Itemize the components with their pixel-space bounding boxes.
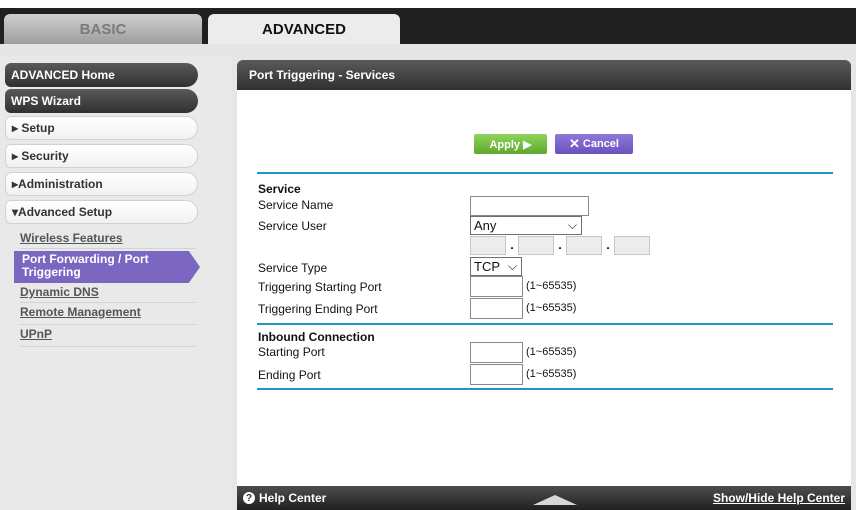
help-center-bar: ? Help Center Show/Hide Help Center xyxy=(237,486,851,510)
tab-advanced[interactable]: ADVANCED xyxy=(208,14,400,44)
panel-body: Apply ▶ ✕ Cancel Service Service Name Se… xyxy=(237,90,851,486)
subitem-remote-management[interactable]: Remote Management xyxy=(20,305,196,325)
triggering-start-range: (1~65535) xyxy=(526,280,577,292)
cancel-button[interactable]: ✕ Cancel xyxy=(555,134,633,154)
sidebar: ADVANCED Home WPS Wizard ▸ Setup ▸ Secur… xyxy=(0,56,232,510)
sidebar-item-advanced-setup[interactable]: ▾Advanced Setup xyxy=(5,200,198,224)
triggering-end-range: (1~65535) xyxy=(526,302,577,314)
divider-top xyxy=(257,172,833,174)
ip-octet-4[interactable] xyxy=(614,236,650,255)
sidebar-item-advanced-home[interactable]: ADVANCED Home xyxy=(5,63,198,87)
ip-dot-separator: . xyxy=(604,238,612,254)
starting-port-label: Starting Port xyxy=(258,345,325,359)
sidebar-item-administration[interactable]: ▸Administration xyxy=(5,172,198,196)
triggering-end-label: Triggering Ending Port xyxy=(258,302,378,316)
triggering-start-label: Triggering Starting Port xyxy=(258,280,382,294)
apply-button[interactable]: Apply ▶ xyxy=(474,134,547,154)
service-type-label: Service Type xyxy=(258,261,328,275)
service-name-label: Service Name xyxy=(258,198,334,212)
triggering-end-input[interactable] xyxy=(470,298,523,319)
help-center-label: Help Center xyxy=(259,491,327,505)
sidebar-item-security[interactable]: ▸ Security xyxy=(5,144,198,168)
service-user-select[interactable]: Any ⌵ xyxy=(470,216,582,235)
help-center-link[interactable]: ? Help Center xyxy=(243,491,326,505)
service-type-value: TCP xyxy=(474,259,500,274)
cancel-label: Cancel xyxy=(582,138,619,150)
close-icon: ✕ xyxy=(569,136,580,151)
service-section-heading: Service xyxy=(258,182,301,196)
chevron-down-icon: ⌵ xyxy=(567,218,577,232)
chevron-down-icon: ⌵ xyxy=(507,259,517,273)
ip-dot-separator: . xyxy=(556,238,564,254)
starting-port-range: (1~65535) xyxy=(526,346,577,358)
subitem-upnp[interactable]: UPnP xyxy=(20,327,196,347)
inbound-section-heading: Inbound Connection xyxy=(258,330,375,344)
sidebar-item-setup[interactable]: ▸ Setup xyxy=(5,116,198,140)
panel-title: Port Triggering - Services xyxy=(237,60,851,90)
divider-middle xyxy=(257,323,833,325)
tab-basic[interactable]: BASIC xyxy=(4,14,202,44)
service-user-label: Service User xyxy=(258,219,327,233)
triggering-start-input[interactable] xyxy=(470,276,523,297)
subitem-dynamic-dns[interactable]: Dynamic DNS xyxy=(20,285,196,303)
divider-bottom xyxy=(257,388,833,390)
ip-dot-separator: . xyxy=(508,238,516,254)
top-tab-bar: BASIC ADVANCED xyxy=(0,0,856,44)
subitem-port-forwarding[interactable]: Port Forwarding / Port Triggering xyxy=(14,251,200,283)
service-name-input[interactable] xyxy=(470,196,589,216)
ip-octet-1[interactable] xyxy=(470,236,506,255)
ending-port-input[interactable] xyxy=(470,364,523,385)
show-hide-help-link[interactable]: Show/Hide Help Center xyxy=(713,491,845,505)
expand-arrow-icon[interactable] xyxy=(533,495,577,505)
ending-port-label: Ending Port xyxy=(258,368,321,382)
sidebar-item-wps-wizard[interactable]: WPS Wizard xyxy=(5,89,198,113)
ip-octet-3[interactable] xyxy=(566,236,602,255)
question-icon: ? xyxy=(243,492,255,504)
starting-port-input[interactable] xyxy=(470,342,523,363)
service-user-value: Any xyxy=(474,218,497,233)
service-type-select[interactable]: TCP ⌵ xyxy=(470,257,522,276)
main-content: Port Triggering - Services Apply ▶ ✕ Can… xyxy=(232,56,856,510)
header-divider xyxy=(0,44,856,56)
ip-octet-2[interactable] xyxy=(518,236,554,255)
subitem-wireless-features[interactable]: Wireless Features xyxy=(20,231,196,249)
ending-port-range: (1~65535) xyxy=(526,368,577,380)
